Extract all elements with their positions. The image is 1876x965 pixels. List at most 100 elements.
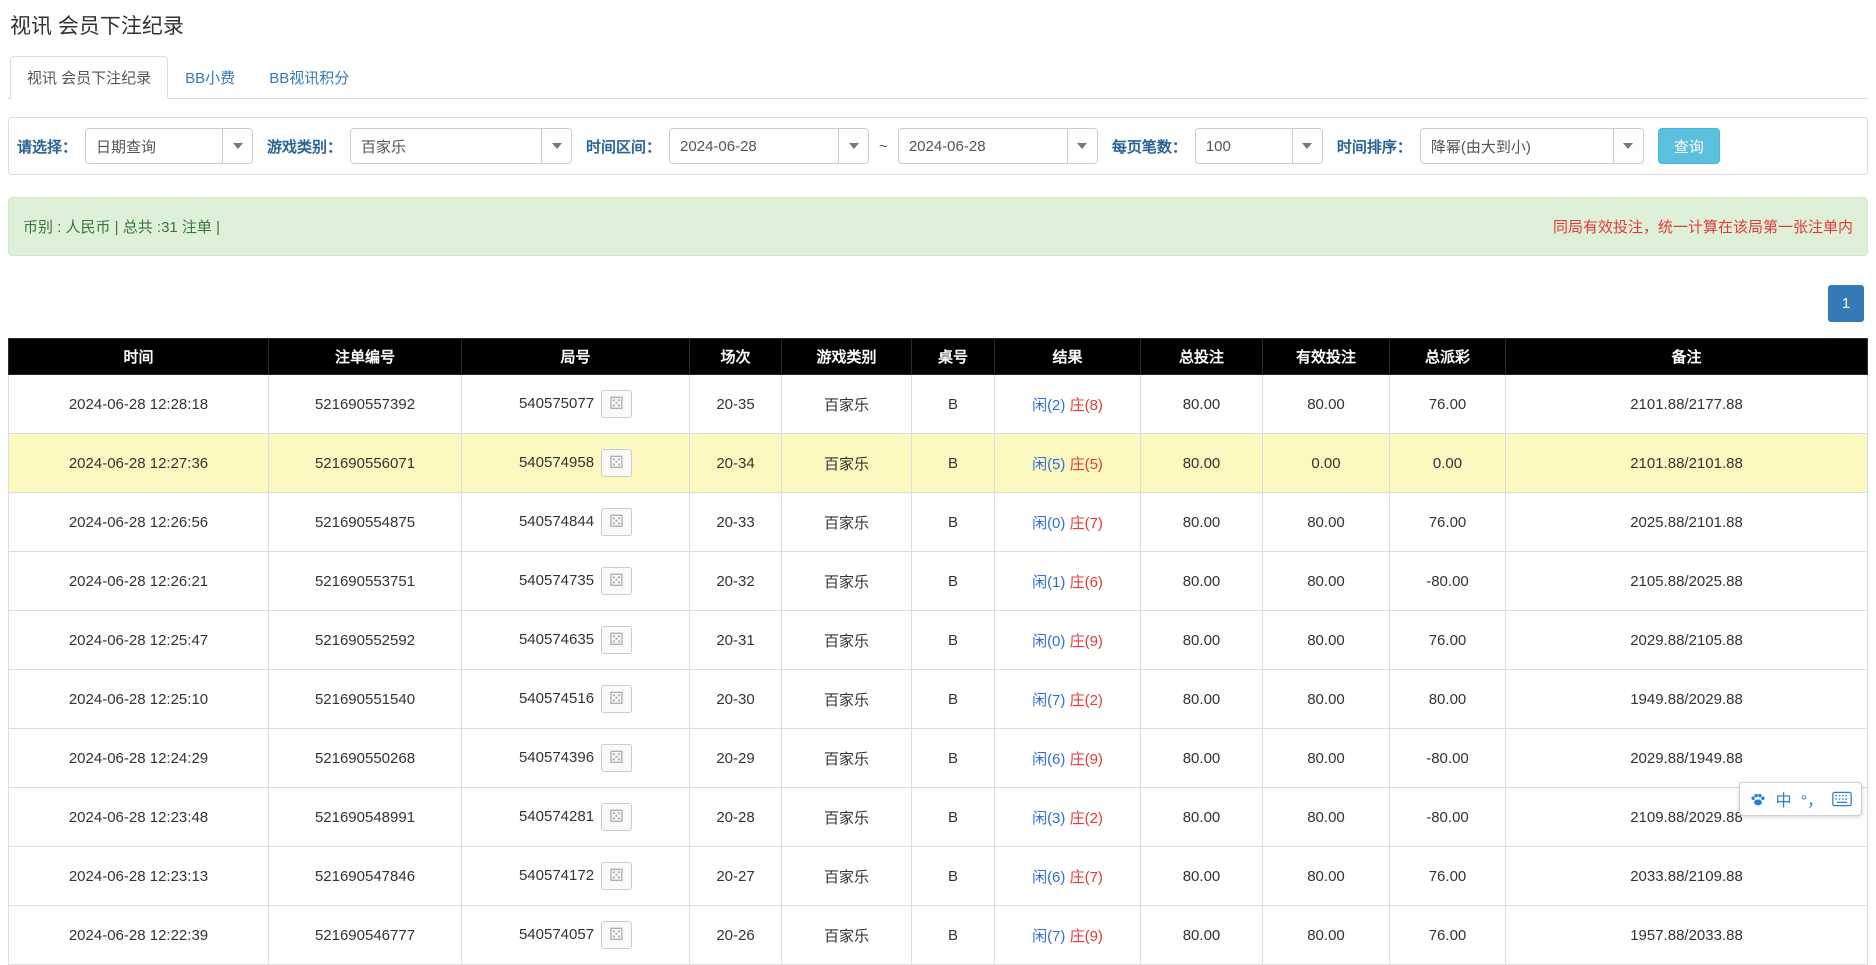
result-banker: 庄(9) [1070, 928, 1103, 945]
result-banker: 庄(7) [1070, 515, 1103, 532]
date-to-value: 2024-06-28 [899, 129, 1067, 163]
round-cell: 540574844 ⚄ [462, 493, 690, 552]
game-type-cell: 百家乐 [782, 906, 912, 965]
table-row: 2024-06-28 12:23:13521690547846540574172… [9, 847, 1868, 906]
total-bet-cell[interactable]: 80.00 [1141, 611, 1263, 670]
valid-bet-cell: 0.00 [1263, 434, 1390, 493]
search-button[interactable]: 查询 [1658, 128, 1720, 164]
game-type-cell: 百家乐 [782, 729, 912, 788]
sort-order-select[interactable]: 降幂(由大到小) [1420, 128, 1644, 164]
result-banker: 庄(5) [1070, 456, 1103, 473]
result-cell: 闲(0) 庄(9) [995, 611, 1141, 670]
date-range-group: 时间区间： 2024-06-28 ~ 2024-06-28 [586, 128, 1098, 164]
filter-panel: 请选择： 日期查询 游戏类别： 百家乐 时间区间： 2024-06-28 ~ 2… [8, 117, 1868, 175]
valid-bet-cell: 80.00 [1263, 670, 1390, 729]
note-cell: 2105.88/2025.88 [1506, 552, 1868, 611]
bet-id-cell: 521690554875 [269, 493, 462, 552]
note-cell: 1957.88/2033.88 [1506, 906, 1868, 965]
column-header-total-bet: 总投注 [1141, 339, 1263, 375]
session-cell: 20-34 [690, 434, 782, 493]
bet-id-cell: 521690556071 [269, 434, 462, 493]
total-bet-cell[interactable]: 80.00 [1141, 788, 1263, 847]
ime-paw-icon[interactable] [1749, 790, 1767, 808]
game-type-select[interactable]: 百家乐 [350, 128, 572, 164]
date-to-select[interactable]: 2024-06-28 [898, 128, 1098, 164]
table-no-cell: B [912, 434, 995, 493]
page-size-value: 100 [1196, 129, 1292, 163]
game-detail-dice-icon[interactable]: ⚄ [601, 508, 632, 536]
ime-toolbar: 中 °， [1739, 782, 1862, 816]
game-detail-dice-icon[interactable]: ⚄ [601, 803, 632, 831]
table-header-row: 时间 注单编号 局号 场次 游戏类别 桌号 结果 总投注 有效投注 总派彩 备注 [9, 339, 1868, 375]
session-cell: 20-26 [690, 906, 782, 965]
game-detail-dice-icon[interactable]: ⚄ [601, 390, 632, 418]
bet-id-cell: 521690551540 [269, 670, 462, 729]
total-bet-cell[interactable]: 80.00 [1141, 906, 1263, 965]
total-bet-cell[interactable]: 80.00 [1141, 729, 1263, 788]
tab-bb-tips[interactable]: BB小费 [168, 56, 252, 99]
total-bet-cell[interactable]: 80.00 [1141, 493, 1263, 552]
ime-keyboard-icon[interactable] [1832, 791, 1852, 807]
filter-label-date-range: 时间区间： [586, 136, 661, 157]
session-cell: 20-27 [690, 847, 782, 906]
game-detail-dice-icon[interactable]: ⚄ [601, 567, 632, 595]
column-header-result: 结果 [995, 339, 1141, 375]
table-row: 2024-06-28 12:22:39521690546777540574057… [9, 906, 1868, 965]
valid-bet-cell: 80.00 [1263, 493, 1390, 552]
total-bet-cell[interactable]: 80.00 [1141, 670, 1263, 729]
game-detail-dice-icon[interactable]: ⚄ [601, 449, 632, 477]
session-cell: 20-30 [690, 670, 782, 729]
valid-bet-cell: 80.00 [1263, 788, 1390, 847]
game-detail-dice-icon[interactable]: ⚄ [601, 744, 632, 772]
note-cell: 2101.88/2101.88 [1506, 434, 1868, 493]
pagination-page-1[interactable]: 1 [1828, 285, 1864, 322]
ime-chinese-mode-icon[interactable]: 中 [1776, 787, 1792, 811]
total-bet-cell[interactable]: 80.00 [1141, 375, 1263, 434]
date-from-value: 2024-06-28 [670, 129, 838, 163]
date-from-select[interactable]: 2024-06-28 [669, 128, 869, 164]
game-detail-dice-icon[interactable]: ⚄ [601, 862, 632, 890]
result-player: 闲(0) [1032, 633, 1065, 650]
time-cell: 2024-06-28 12:23:48 [9, 788, 269, 847]
result-cell: 闲(6) 庄(7) [995, 847, 1141, 906]
total-bet-cell[interactable]: 80.00 [1141, 552, 1263, 611]
payout-cell: -80.00 [1390, 729, 1506, 788]
payout-cell: 76.00 [1390, 847, 1506, 906]
date-range-separator: ~ [879, 138, 888, 155]
tab-betting-records[interactable]: 视讯 会员下注纪录 [10, 56, 168, 99]
total-bet-cell[interactable]: 80.00 [1141, 434, 1263, 493]
pagination: 1 [8, 285, 1868, 322]
note-cell: 2029.88/1949.88 [1506, 729, 1868, 788]
tab-bb-video-points[interactable]: BB视讯积分 [252, 56, 366, 99]
caret-down-icon [541, 129, 571, 163]
ime-punctuation-icon[interactable]: °， [1801, 787, 1823, 811]
filter-label-game-type: 游戏类别： [267, 136, 342, 157]
time-cell: 2024-06-28 12:27:36 [9, 434, 269, 493]
table-no-cell: B [912, 670, 995, 729]
table-no-cell: B [912, 729, 995, 788]
result-player: 闲(7) [1032, 928, 1065, 945]
result-cell: 闲(5) 庄(5) [995, 434, 1141, 493]
payout-cell: 76.00 [1390, 375, 1506, 434]
result-cell: 闲(2) 庄(8) [995, 375, 1141, 434]
round-cell: 540574958 ⚄ [462, 434, 690, 493]
result-player: 闲(0) [1032, 515, 1065, 532]
game-detail-dice-icon[interactable]: ⚄ [601, 921, 632, 949]
round-number: 540574735 [519, 572, 594, 589]
page-size-select[interactable]: 100 [1195, 128, 1323, 164]
session-cell: 20-33 [690, 493, 782, 552]
game-type-value: 百家乐 [351, 129, 541, 163]
caret-down-icon [838, 129, 868, 163]
result-banker: 庄(8) [1070, 397, 1103, 414]
query-type-select[interactable]: 日期查询 [85, 128, 253, 164]
total-bet-cell[interactable]: 80.00 [1141, 847, 1263, 906]
round-number: 540574958 [519, 454, 594, 471]
round-number: 540574635 [519, 631, 594, 648]
valid-bet-cell: 80.00 [1263, 906, 1390, 965]
currency-total-text: 币别 : 人民币 | 总共 :31 注单 | [23, 216, 220, 237]
game-detail-dice-icon[interactable]: ⚄ [601, 626, 632, 654]
table-row: 2024-06-28 12:23:48521690548991540574281… [9, 788, 1868, 847]
column-header-note: 备注 [1506, 339, 1868, 375]
game-detail-dice-icon[interactable]: ⚄ [601, 685, 632, 713]
round-number: 540574844 [519, 513, 594, 530]
